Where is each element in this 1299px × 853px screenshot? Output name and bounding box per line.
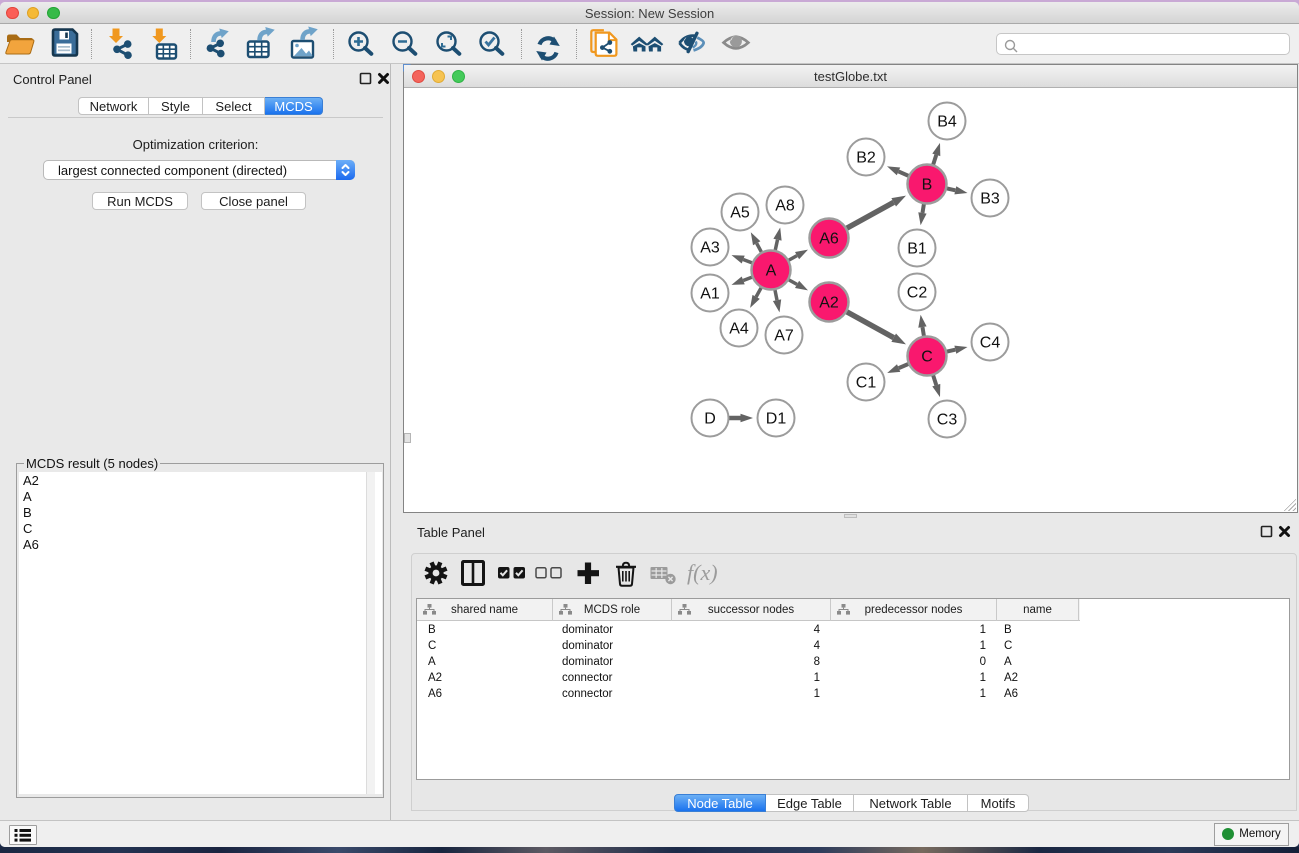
svg-text:B1: B1 bbox=[907, 241, 927, 258]
svg-text:C1: C1 bbox=[856, 375, 877, 392]
svg-text:A1: A1 bbox=[700, 286, 720, 303]
svg-text:D: D bbox=[704, 411, 716, 428]
svg-text:A3: A3 bbox=[700, 240, 720, 257]
svg-text:A7: A7 bbox=[774, 328, 794, 345]
svg-text:B: B bbox=[922, 177, 933, 194]
svg-text:A6: A6 bbox=[819, 231, 839, 248]
svg-text:A4: A4 bbox=[729, 321, 749, 338]
svg-text:C3: C3 bbox=[937, 412, 958, 429]
svg-text:A5: A5 bbox=[730, 205, 750, 222]
svg-text:A8: A8 bbox=[775, 198, 795, 215]
svg-text:A2: A2 bbox=[819, 295, 839, 312]
svg-text:B3: B3 bbox=[980, 191, 1000, 208]
svg-text:B4: B4 bbox=[937, 114, 957, 131]
svg-text:A: A bbox=[766, 263, 777, 280]
svg-text:C4: C4 bbox=[980, 335, 1001, 352]
svg-text:C: C bbox=[921, 349, 933, 366]
svg-text:B2: B2 bbox=[856, 150, 876, 167]
svg-text:C2: C2 bbox=[907, 285, 928, 302]
svg-text:D1: D1 bbox=[766, 411, 787, 428]
